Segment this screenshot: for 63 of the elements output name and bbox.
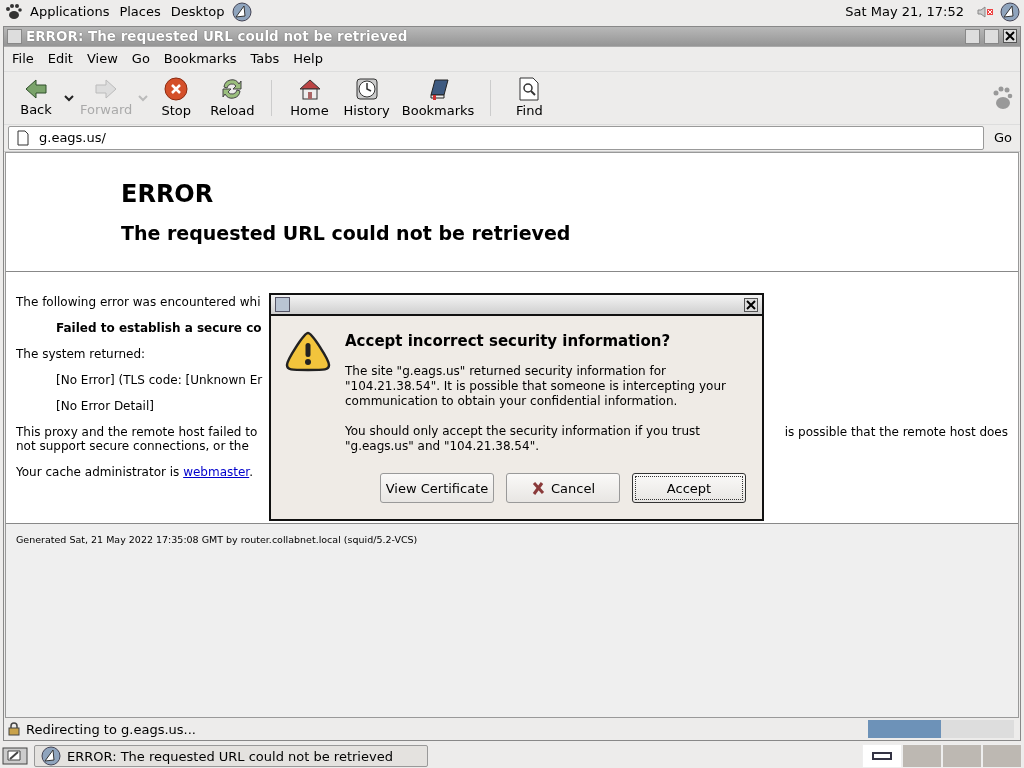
error-text: This proxy and the remote host failed to [16,424,258,439]
dialog-button[interactable]: View Certificate [380,473,494,503]
muted-speaker-icon[interactable] [976,4,994,19]
minimize-button[interactable] [965,28,980,44]
error-text: Your cache administrator is webmaster. [16,464,253,479]
panel-menu[interactable]: Applications [28,4,112,20]
window-menu-button[interactable] [7,28,22,44]
close-icon[interactable] [1003,29,1017,44]
error-text: [No Error] (TLS code: [Unknown Er [56,372,263,387]
menu-item[interactable]: Go [131,51,150,67]
clock[interactable]: Sat May 21, 17:52 [845,4,964,20]
clock-icon [354,77,379,102]
window-title: ERROR: The requested URL could not be retrieved [26,28,409,45]
show-desktop-icon[interactable] [2,747,28,765]
workspace-switcher[interactable] [862,744,1022,768]
menu-item[interactable]: Tabs [250,51,280,67]
padlock-icon [8,722,20,736]
error-text: Failed to establish a secure co [56,320,262,335]
magnifier-document-icon [518,77,541,102]
panel-menu[interactable]: Desktop [168,4,227,20]
menu-item[interactable]: Help [293,51,323,67]
webmaster-link[interactable]: webmaster [183,464,250,479]
dialog-message: You should only accept the security information if you trust "g.eags.us" and "104.21.38.54". [345,424,702,454]
go-button[interactable]: Go [989,130,1016,146]
footer-text: Generated Sat, 21 May 2022 17:35:08 GMT by router.collabnet.local (squid/5.2-VCS) [16,533,418,545]
error-text: not support secure connections, or the [16,438,249,453]
status-text: Redirecting to g.eags.us... [26,721,196,737]
stop-icon [164,77,189,102]
error-heading: ERROR [121,179,215,208]
window-menu-button[interactable] [275,297,290,312]
panel-menu[interactable]: Places [117,4,163,20]
address-field[interactable]: g.eags.us/ [8,125,984,150]
menu-item[interactable]: View [86,51,118,67]
page-icon [17,129,29,146]
cross-icon [530,481,545,495]
toolbar-button[interactable]: Reload [204,73,261,122]
forward-arrow-icon [94,78,119,101]
dialog-button[interactable]: Cancel [506,473,620,503]
error-text: [No Error Detail] [56,398,154,413]
menu-item[interactable]: Edit [47,51,73,67]
toolbar-button[interactable]: Bookmarks [395,73,481,122]
toolbar-button[interactable]: Back [8,73,64,122]
foot-icon[interactable] [4,2,22,21]
menu-item[interactable]: Bookmarks [163,51,237,67]
error-text: The system returned: [16,346,146,361]
house-icon [297,77,322,102]
dialog-button[interactable]: Accept [632,473,746,503]
warning-icon [285,330,331,372]
toolbar-button[interactable]: Stop [148,73,205,122]
toolbar-button[interactable]: History [337,73,396,122]
back-arrow-icon [24,78,48,101]
caret-icon[interactable] [64,93,74,102]
error-text: is possible that the remote host does [784,424,1008,439]
error-subheading: The requested URL could not be retrieved [121,221,572,244]
dialog-message: The site "g.eags.us" returned security information for "104.21.38.54". It is possible that someone is intercepting your communication to obtain your confidential information. [345,364,727,409]
toolbar-button[interactable]: Home [281,73,338,122]
task-button[interactable]: ERROR: The requested URL could not be retrieved [34,745,428,767]
toolbar-button[interactable]: Find [501,73,558,122]
reload-icon [220,77,245,102]
error-text: The following error was encountered whi [16,294,261,309]
dialog-heading: Accept incorrect security information? [345,332,672,350]
close-icon[interactable] [744,297,758,312]
menu-item[interactable]: File [12,51,34,67]
